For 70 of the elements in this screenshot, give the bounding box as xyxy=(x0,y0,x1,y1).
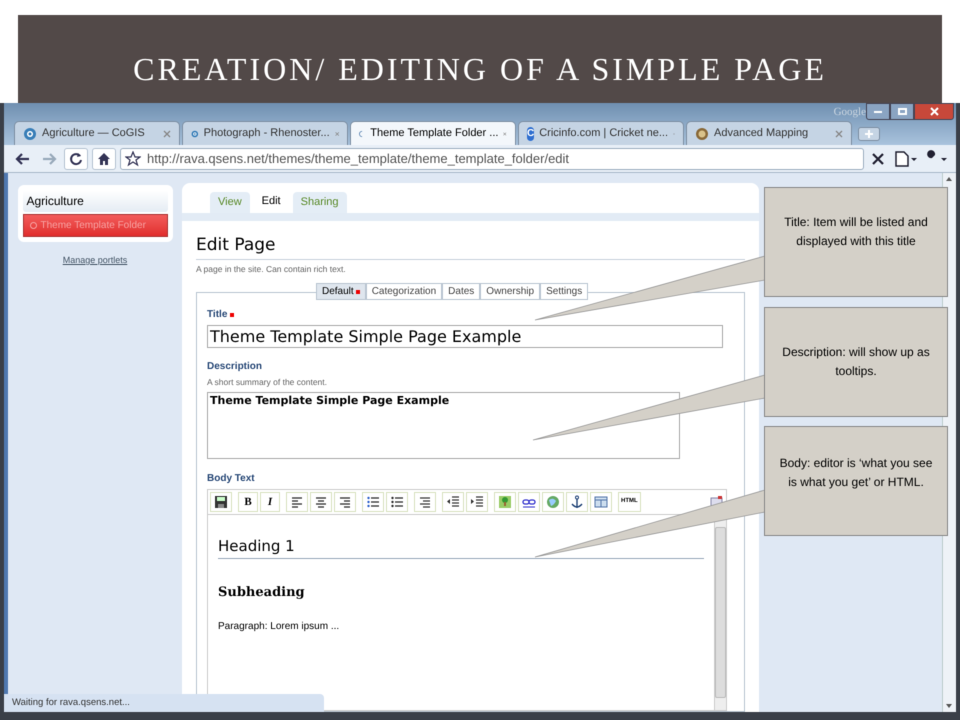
image-icon xyxy=(497,494,513,510)
minimize-button[interactable] xyxy=(866,103,890,120)
manage-portlets-link[interactable]: Manage portlets xyxy=(62,254,128,268)
globe-icon xyxy=(545,494,561,510)
format-button[interactable]: B xyxy=(238,492,258,512)
url-text: http://rava.qsens.net/themes/theme_template/theme_template_folder/edit xyxy=(147,150,570,168)
table-icon xyxy=(593,494,609,510)
required-icon xyxy=(356,290,360,294)
toolbar-button[interactable] xyxy=(566,492,588,512)
tab-title: Advanced Mapping xyxy=(714,126,810,142)
slide-title: CREATION/ EDITING OF A SIMPLE PAGE xyxy=(133,50,827,89)
toolbar-button[interactable] xyxy=(414,492,436,512)
callout: Body: editor is ‘what you see is what you get’ or HTML. xyxy=(764,426,948,536)
form-tab[interactable]: Ownership xyxy=(480,283,540,300)
field-help: A short summary of the content. xyxy=(207,376,328,389)
star-icon[interactable] xyxy=(125,150,141,166)
field-label: Body Text xyxy=(207,472,256,486)
callout: Description: will show up as tooltips. xyxy=(764,307,948,417)
page-description: A page in the site. Can contain rich text. xyxy=(196,263,347,276)
home-icon xyxy=(97,152,111,166)
toolbar-button[interactable] xyxy=(386,492,408,512)
tab-title: Theme Template Folder ... xyxy=(370,126,498,142)
close-window-button[interactable] xyxy=(914,103,954,120)
browser-tab[interactable]: Advanced Mapping xyxy=(686,121,852,145)
toolbar-button[interactable] xyxy=(210,492,232,512)
portlet-item-label: Theme Template Folder xyxy=(40,219,146,233)
callout: Title: Item will be listed and displayed with this title xyxy=(764,187,948,297)
browser-tab[interactable]: Photograph - Rhenoster... xyxy=(182,121,348,145)
globe-icon xyxy=(23,126,37,140)
plus-icon xyxy=(865,130,873,138)
tab-title: Photograph - Rhenoster... xyxy=(204,126,330,142)
browser-tab[interactable]: Theme Template Folder ... xyxy=(350,121,516,145)
portlet-header: Agriculture xyxy=(22,190,168,212)
field-label: Description xyxy=(207,360,264,374)
format-button[interactable]: I xyxy=(260,492,280,512)
reload-icon xyxy=(69,152,83,166)
toolbar-button[interactable] xyxy=(442,492,464,512)
form-tab[interactable]: Dates xyxy=(442,283,480,300)
toolbar-button[interactable] xyxy=(310,492,332,512)
tab-title: Agriculture — CoGIS xyxy=(42,126,146,142)
toolbar-button[interactable] xyxy=(362,492,384,512)
tab-favicon: C xyxy=(527,126,534,140)
title-field[interactable]: Theme Template Simple Page Example xyxy=(207,325,723,348)
form-tab[interactable]: Settings xyxy=(540,283,588,300)
bullet-icon xyxy=(30,222,36,229)
status-text: Waiting for rava.qsens.net... xyxy=(12,696,130,710)
toolbar-button[interactable] xyxy=(334,492,356,512)
reload-button[interactable] xyxy=(64,148,88,170)
browser-tab[interactable]: Agriculture — CoGIS xyxy=(14,121,180,145)
maximize-button[interactable] xyxy=(890,103,914,120)
editor-subheading: Subheading xyxy=(218,584,306,602)
page-heading: Edit Page xyxy=(196,232,745,260)
field-label: Title xyxy=(207,308,228,322)
toolbar-button[interactable] xyxy=(286,492,308,512)
brand-label: Google xyxy=(834,105,866,120)
tab-title: Cricinfo.com | Cricket ne... xyxy=(539,126,668,142)
form-tab[interactable]: Categorization xyxy=(366,283,442,300)
form-tab[interactable]: Default xyxy=(316,283,366,300)
browser-tab[interactable]: C Cricinfo.com | Cricket ne... xyxy=(518,121,684,145)
toolbar-button[interactable] xyxy=(518,492,540,512)
home-button[interactable] xyxy=(92,148,116,170)
close-icon xyxy=(930,107,938,116)
anchor-icon xyxy=(569,494,585,510)
editor-paragraph: Paragraph: Lorem ipsum ... xyxy=(218,620,340,634)
toolbar-button[interactable] xyxy=(466,492,488,512)
save-icon xyxy=(213,494,229,510)
new-tab-button[interactable] xyxy=(858,127,880,141)
map-icon xyxy=(695,126,709,140)
description-field[interactable]: Theme Template Simple Page Example xyxy=(207,392,680,459)
address-bar[interactable]: http://rava.qsens.net/themes/theme_template/theme_template_folder/edit xyxy=(120,148,864,170)
